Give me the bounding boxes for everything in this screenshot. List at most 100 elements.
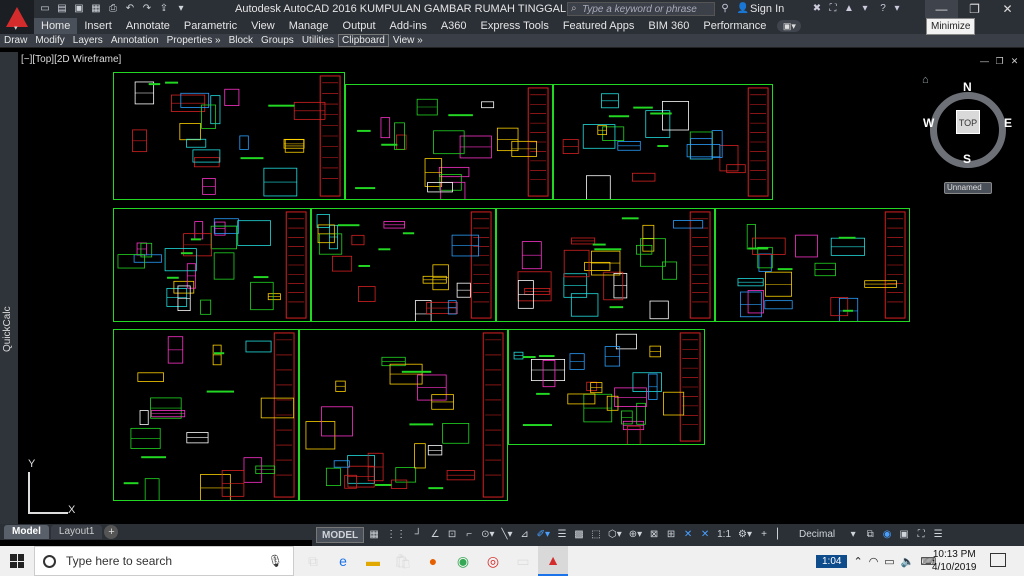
tab-add-ins[interactable]: Add-ins [383,18,434,34]
viewport-controls-label[interactable]: [−][Top][2D Wireframe] [21,54,121,65]
plus-icon[interactable]: + [757,527,771,543]
network-icon[interactable]: ◠ [869,555,879,568]
quickcalc-palette[interactable]: QuickCalc [0,52,18,524]
opera-icon[interactable]: ◎ [478,546,508,576]
chrome-icon[interactable]: ◉ [448,546,478,576]
annotation-scale-icon[interactable]: ✕ [681,527,695,543]
home-icon[interactable]: ⌂ [922,74,929,86]
compass-north[interactable]: N [963,80,972,94]
isolate-icon[interactable]: ⬡▾ [606,527,624,543]
panel-block[interactable]: Block [225,35,257,46]
drawing-sheet[interactable] [113,329,299,501]
people-icon[interactable]: ⌃ [853,555,862,568]
save-icon[interactable]: ▣ [72,2,86,15]
new-icon[interactable]: ▭ [38,2,52,15]
add-layout-button[interactable]: + [104,525,119,539]
panel-annotation[interactable]: Annotation [107,35,163,46]
user-icon[interactable]: 👤 [736,2,750,16]
quick-properties-icon[interactable]: ▩ [572,527,586,543]
status-menu-icon[interactable]: ☰ [931,527,945,543]
taskbar-clock[interactable]: 10:13 PM 4/10/2019 [932,548,977,574]
volume-icon[interactable]: 🔈 [901,555,915,568]
a360-icon[interactable]: ⛶ [826,2,840,16]
start-button[interactable] [0,546,34,576]
viewport-restore-icon[interactable]: ❐ [994,56,1005,67]
close-button[interactable]: ✕ [991,0,1024,18]
open-icon[interactable]: ▤ [55,2,69,15]
drawing-sheet[interactable] [508,329,705,445]
viewcube[interactable]: ⌂ N S E W TOP Unnamed [920,72,1020,202]
drawing-sheet[interactable] [311,208,496,322]
tab-home[interactable]: Home [34,18,78,34]
settings-gear-icon[interactable]: ⚙▾ [736,527,754,543]
dynamic-ucs-icon[interactable]: ⊙▾ [479,527,496,543]
customize-dropdown-icon[interactable]: ▾ [174,2,188,15]
maximize-button[interactable]: ❐ [958,0,991,18]
application-menu-button[interactable]: ▾ [0,0,34,34]
annotation-visibility-icon[interactable]: ✕ [698,527,712,543]
3d-osnap-icon[interactable]: ⊕▾ [627,527,644,543]
quick-view-icon[interactable]: ⧉ [863,527,877,543]
store-icon[interactable]: 🛍 [388,546,418,576]
panel-properties[interactable]: Properties » [163,35,225,46]
print-icon[interactable]: ⎙ [106,2,120,15]
named-view-dropdown[interactable]: Unnamed [944,182,992,194]
annotation-scale-value[interactable]: 1:1 [715,527,733,543]
tab-view[interactable]: View [244,18,282,34]
units-chevron-icon[interactable]: ▾ [846,527,860,543]
hardware-icon[interactable]: ⊞ [664,527,678,543]
tab-output[interactable]: Output [336,18,383,34]
microphone-icon[interactable]: 🎙 [268,554,283,568]
tab-insert[interactable]: Insert [77,18,119,34]
autocad-taskbar-icon[interactable]: ▲ [538,546,568,576]
panel-modify[interactable]: Modify [31,35,68,46]
tab-parametric[interactable]: Parametric [177,18,244,34]
drawing-sheet[interactable] [113,208,311,322]
battery-icon[interactable]: ▭ [884,555,894,568]
drawing-sheet[interactable] [113,72,345,200]
compass-east[interactable]: E [1004,116,1012,130]
help-search-box[interactable]: ⌕ [567,2,715,16]
panel-draw[interactable]: Draw [0,35,31,46]
help-icon[interactable]: ? [876,2,890,16]
task-view-icon[interactable]: ⧉ [298,546,328,576]
drawing-sheet[interactable] [553,84,773,200]
tab-layout1[interactable]: Layout1 [50,525,103,539]
edge-icon[interactable]: e [328,546,358,576]
undo-icon[interactable]: ↶ [123,2,137,15]
ribbon-toggle-button[interactable]: ▣▾ [777,20,802,32]
model-space-button[interactable]: MODEL [316,527,365,543]
tray-badge[interactable]: 1:04 [816,554,848,568]
viewcube-top-face[interactable]: TOP [956,110,980,134]
firefox-icon[interactable]: ● [418,546,448,576]
file-explorer-icon[interactable]: ▬ [358,546,388,576]
workspace-icon[interactable]: ⊠ [647,527,661,543]
panel-view[interactable]: View » [389,35,427,46]
snap-icon[interactable]: ⋮⋮ [384,527,408,543]
tab-bim-360[interactable]: BIM 360 [641,18,696,34]
ortho-icon[interactable]: ┘ [411,527,425,543]
binoculars-icon[interactable]: ⚲ [718,2,732,16]
help-dropdown-icon[interactable]: ▾ [890,2,904,16]
app-window-icon[interactable]: ▭ [508,546,538,576]
compass-west[interactable]: W [923,116,934,130]
minimize-button[interactable]: — [925,0,958,18]
taskbar-search[interactable]: Type here to search 🎙 [34,546,294,576]
fullscreen-icon[interactable]: ⛶ [914,527,928,543]
otrack-icon[interactable]: ⌐ [462,527,476,543]
help-search-input[interactable] [568,3,698,15]
viewport-minimize-icon[interactable]: — [979,56,990,67]
tab-annotate[interactable]: Annotate [119,18,177,34]
transparency-icon[interactable]: ⊿ [518,527,532,543]
drawing-sheet[interactable] [715,208,910,322]
menu-lines-icon[interactable]: ☰ [555,527,569,543]
tab-manage[interactable]: Manage [282,18,336,34]
redo-icon[interactable]: ↷ [140,2,154,15]
panel-layers[interactable]: Layers [69,35,107,46]
drawing-sheet[interactable] [345,84,553,200]
osnap-icon[interactable]: ⊡ [445,527,459,543]
customization-icon[interactable]: ▣ [897,527,911,543]
panel-utilities[interactable]: Utilities [298,35,338,46]
compass-south[interactable]: S [963,152,971,166]
viewport-close-icon[interactable]: ✕ [1009,56,1020,67]
